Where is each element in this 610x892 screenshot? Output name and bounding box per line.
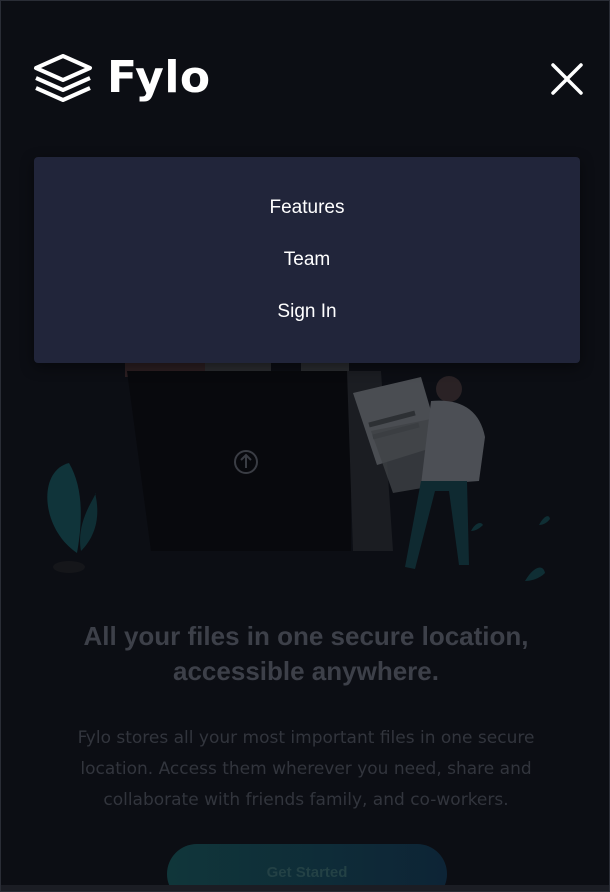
bottom-edge [1,885,609,891]
illus-person-legs [405,481,469,569]
close-menu-button[interactable] [549,61,585,97]
get-started-label: Get Started [266,864,348,881]
hero-headline-line-2: accessible anywhere. [173,656,439,686]
nav-item-sign-in[interactable]: Sign In [34,301,580,323]
logo[interactable]: Fylo [33,53,211,103]
hero-description: Fylo stores all your most important file… [41,723,571,816]
nav-item-team[interactable]: Team [34,249,580,271]
illus-person-head [436,376,462,402]
mobile-nav-menu: Features Team Sign In [34,157,580,363]
hero-headline-line-1: All your files in one secure location, [83,621,529,651]
illus-leaf-right [525,567,545,581]
hero-description-line-3: collaborate with friends family, and co-… [103,790,509,810]
site-header: Fylo [1,1,609,141]
hero-description-line-1: Fylo stores all your most important file… [77,728,535,748]
illus-plant-leaf [47,463,81,553]
nav-item-features[interactable]: Features [34,197,580,219]
illus-plant-leaf-small [80,493,98,551]
illus-folder [127,371,351,551]
hero-illustration-graphic [47,355,550,581]
layers-icon [34,54,92,102]
close-icon [551,63,583,95]
hero-headline: All your files in one secure location, a… [41,619,571,689]
illus-leaf-mid [471,523,483,531]
illus-leaf-right-small [539,516,550,525]
illus-plant-pot [53,561,85,573]
hero-description-line-2: location. Access them wherever you need,… [80,759,532,779]
logo-text: Fylo [107,52,211,103]
hero-illustration [1,341,609,601]
illus-person-body [421,400,485,485]
page: Fylo Features Team Sign In All your file… [0,0,610,892]
